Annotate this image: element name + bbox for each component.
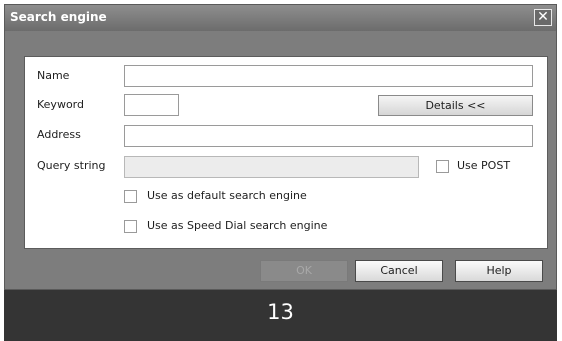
speed-dial-label: Use as Speed Dial search engine xyxy=(147,219,328,232)
use-post-label: Use POST xyxy=(457,159,511,172)
form-panel: Name Keyword Details << Address Query st… xyxy=(24,56,548,249)
name-input[interactable] xyxy=(124,65,533,87)
ok-button[interactable]: OK xyxy=(260,260,348,282)
close-icon[interactable]: ✕ xyxy=(534,9,552,26)
default-search-engine-checkbox[interactable] xyxy=(124,190,137,203)
name-label: Name xyxy=(37,69,70,82)
address-label: Address xyxy=(37,128,81,141)
page-footer: 13 xyxy=(4,290,557,341)
page-number: 13 xyxy=(267,300,294,324)
query-string-label: Query string xyxy=(37,159,106,172)
dialog-title: Search engine xyxy=(10,10,107,24)
use-post-checkbox[interactable] xyxy=(436,160,449,173)
speed-dial-checkbox[interactable] xyxy=(124,220,137,233)
title-bar[interactable]: Search engine ✕ xyxy=(5,5,556,31)
address-input[interactable] xyxy=(124,125,533,147)
search-engine-dialog: Search engine ✕ Name Keyword Details << … xyxy=(4,4,557,290)
keyword-label: Keyword xyxy=(37,98,84,111)
default-search-engine-label: Use as default search engine xyxy=(147,189,307,202)
details-button[interactable]: Details << xyxy=(378,95,533,116)
cancel-button[interactable]: Cancel xyxy=(355,260,443,282)
query-string-input xyxy=(124,156,419,178)
keyword-input[interactable] xyxy=(124,94,179,116)
help-button[interactable]: Help xyxy=(455,260,543,282)
